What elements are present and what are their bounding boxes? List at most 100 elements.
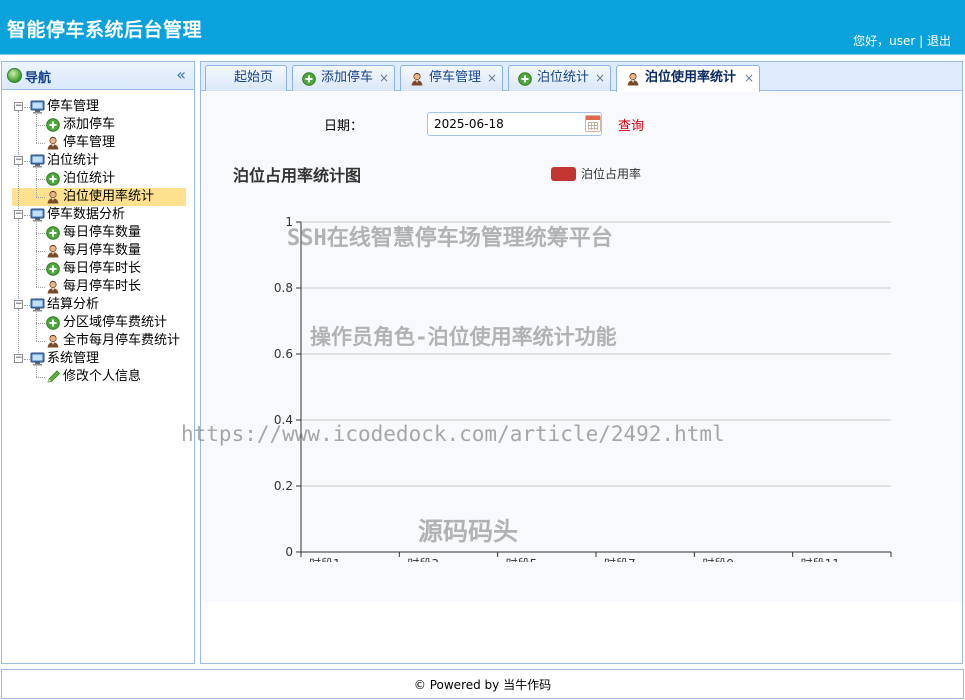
nav-group[interactable]: − 停车数据分析 (12, 206, 188, 224)
nav-item[interactable]: 分区域停车费统计 (12, 314, 186, 332)
user-icon (46, 136, 61, 150)
app-header: 智能停车系统后台管理 您好，user | 退出 (0, 0, 965, 55)
x-tick-label: 时段5 (506, 556, 538, 562)
nav-item[interactable]: 泊位使用率统计 (12, 188, 186, 206)
add-icon (46, 118, 61, 132)
nav-item[interactable]: 添加停车 (12, 116, 186, 134)
nav-item[interactable]: 每月停车时长 (12, 278, 186, 296)
nav-item-label: 添加停车 (63, 117, 116, 132)
y-tick-label: 0.2 (274, 479, 293, 493)
nav-item[interactable]: 每日停车时长 (12, 260, 186, 278)
nav-item-label: 修改个人信息 (63, 369, 142, 384)
user-area: 您好，user | 退出 (853, 32, 951, 49)
tab[interactable]: 泊位使用率统计 × (616, 65, 760, 92)
pencil-icon (46, 370, 61, 384)
nav-sidebar: 导航 « − 停车管理 添加停车 停车管理 − 泊位统计 泊位统计 泊位使用率统计 − 停车数据分… (1, 61, 195, 664)
close-icon[interactable]: × (595, 66, 605, 90)
collapse-toggle-icon[interactable]: − (14, 354, 23, 363)
app-title: 智能停车系统后台管理 (7, 19, 203, 41)
tab[interactable]: 泊位统计 × (508, 65, 611, 91)
computer-icon (30, 298, 45, 312)
nav-group-label: 结算分析 (47, 297, 100, 312)
nav-item-label: 分区域停车费统计 (63, 315, 168, 330)
collapse-toggle-icon[interactable]: − (14, 156, 23, 165)
nav-item[interactable]: 停车管理 (12, 134, 186, 152)
user-icon (46, 280, 61, 294)
nav-group[interactable]: − 结算分析 (12, 296, 188, 314)
nav-group[interactable]: − 系统管理 (12, 350, 188, 368)
user-icon (46, 334, 61, 348)
nav-item-label: 全市每月停车费统计 (63, 333, 181, 348)
add-icon (46, 262, 61, 276)
nav-group[interactable]: − 泊位统计 (12, 152, 188, 170)
close-icon[interactable]: × (379, 66, 389, 90)
nav-item-label: 每月停车时长 (63, 279, 142, 294)
nav-group-label: 系统管理 (47, 351, 100, 366)
collapse-toggle-icon[interactable]: − (14, 210, 23, 219)
tab-label: 起始页 (234, 70, 274, 85)
footer: © Powered by 当牛作码 (1, 669, 964, 699)
tab-bar: 起始页 添加停车 × 停车管理 × 泊位统计 × 泊位使用率统计 × (201, 62, 962, 92)
y-tick-label: 0.6 (274, 347, 293, 361)
separator: | (919, 34, 924, 48)
tab-content: 日期： 查询 泊位占用率统计图 泊位占用率 0 0.2 0.4 0.6 0.8 1 时段1 时段3… (181, 92, 962, 602)
nav-group-label: 停车数据分析 (47, 207, 126, 222)
close-icon[interactable]: × (744, 66, 754, 90)
tab-label: 泊位使用率统计 (645, 70, 737, 85)
user-icon (46, 244, 61, 258)
calendar-icon[interactable] (585, 115, 601, 132)
nav-item[interactable]: 全市每月停车费统计 (12, 332, 186, 350)
user-icon (46, 190, 61, 204)
greeting-text: 您好，user (853, 34, 916, 48)
add-icon (46, 226, 61, 240)
add-icon (46, 316, 61, 330)
computer-icon (30, 100, 45, 114)
tab-label: 停车管理 (429, 70, 482, 85)
collapse-toggle-icon[interactable]: − (14, 300, 23, 309)
y-tick-label: 0.4 (274, 413, 293, 427)
nav-group[interactable]: − 停车管理 (12, 98, 188, 116)
logout-link[interactable]: 退出 (927, 34, 951, 48)
nav-item-label: 每日停车时长 (63, 261, 142, 276)
date-label: 日期： (324, 119, 364, 134)
date-input[interactable] (427, 112, 602, 136)
tab[interactable]: 停车管理 × (400, 65, 503, 91)
occupancy-chart: 泊位占用率统计图 泊位占用率 0 0.2 0.4 0.6 0.8 1 时段1 时段3 时段5 时段7 时… (233, 166, 892, 562)
nav-item-label: 每日停车数量 (63, 225, 142, 240)
legend-label: 泊位占用率 (581, 166, 641, 181)
nav-item-label: 每月停车数量 (63, 243, 142, 258)
x-tick-label: 时段1 (309, 556, 341, 562)
chart-title: 泊位占用率统计图 (233, 166, 361, 185)
globe-icon (7, 68, 22, 83)
double-chevron-left-icon[interactable]: « (176, 65, 186, 84)
main-panel: 起始页 添加停车 × 停车管理 × 泊位统计 × 泊位使用率统计 × 日期： 查询 泊位占用率统… (181, 61, 963, 664)
nav-item-label: 停车管理 (63, 135, 116, 150)
sidebar-header: 导航 « (2, 62, 194, 90)
collapse-toggle-icon[interactable]: − (14, 102, 23, 111)
nav-item-label: 泊位使用率统计 (63, 189, 155, 204)
tab[interactable]: 起始页 (205, 65, 287, 91)
x-tick-label: 时段7 (604, 556, 636, 562)
computer-icon (30, 154, 45, 168)
nav-group-label: 泊位统计 (47, 153, 100, 168)
nav-item[interactable]: 泊位统计 (12, 170, 186, 188)
add-icon (46, 172, 61, 186)
legend-swatch (551, 167, 576, 181)
nav-group-label: 停车管理 (47, 99, 100, 114)
y-tick-label: 1 (285, 215, 293, 229)
nav-item[interactable]: 每月停车数量 (12, 242, 186, 260)
close-icon[interactable]: × (487, 66, 497, 90)
tab-label: 泊位统计 (537, 70, 590, 85)
tab[interactable]: 添加停车 × (292, 65, 395, 91)
sidebar-title: 导航 (25, 71, 52, 86)
nav-item[interactable]: 每日停车数量 (12, 224, 186, 242)
x-tick-label: 时段11 (801, 556, 840, 562)
computer-icon (30, 208, 45, 222)
query-button[interactable]: 查询 (618, 115, 644, 134)
nav-item[interactable]: 修改个人信息 (12, 368, 186, 386)
computer-icon (30, 352, 45, 366)
tab-label: 添加停车 (321, 70, 374, 85)
y-tick-label: 0 (285, 545, 293, 559)
x-tick-label: 时段3 (407, 556, 439, 562)
x-tick-label: 时段9 (702, 556, 734, 562)
